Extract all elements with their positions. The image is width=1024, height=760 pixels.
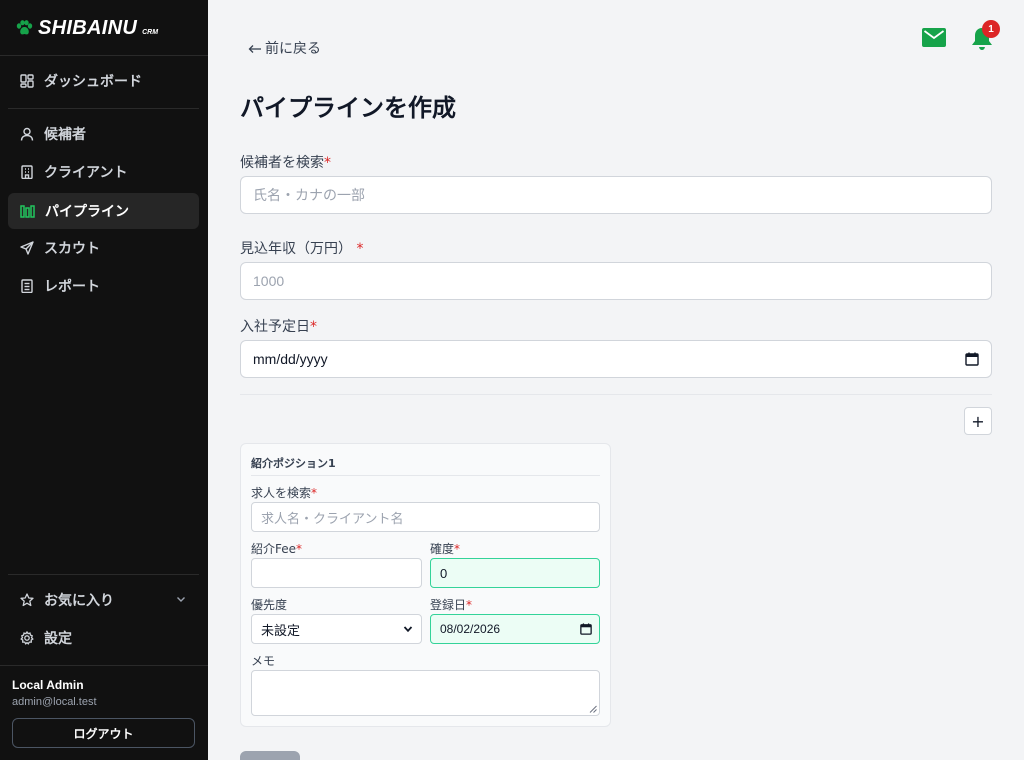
required-mark: * [324, 155, 331, 171]
arrow-left-icon [248, 45, 261, 53]
registered-date-input[interactable]: 08/02/2026 [430, 614, 600, 644]
sidebar-item-label: クライアント [44, 165, 128, 181]
memo-label: メモ [251, 652, 275, 669]
start-date-label-text: 入社予定日 [240, 319, 310, 335]
logo-sub: CRM [142, 29, 159, 36]
candidate-search-label: 候補者を検索* [240, 152, 331, 172]
salary-label: 見込年収（万円） * [240, 238, 363, 258]
sidebar-item-reports[interactable]: レポート [8, 268, 199, 304]
sidebar-item-label: 候補者 [44, 127, 86, 143]
sidebar-item-favorites[interactable]: お気に入り [8, 582, 199, 618]
resize-handle-icon[interactable] [589, 705, 597, 713]
back-link[interactable]: 前に戻る [248, 38, 321, 58]
dashboard-icon [20, 74, 34, 88]
priority-value: 未設定 [261, 622, 301, 638]
sidebar-item-label: 設定 [44, 631, 72, 647]
sidebar-item-label: パイプライン [45, 204, 129, 220]
required-mark: * [311, 486, 318, 500]
card-divider [251, 475, 600, 476]
pipeline-icon [20, 205, 35, 218]
logo[interactable]: SHIBAINU CRM [16, 16, 158, 40]
fee-label: 紹介Fee* [251, 540, 302, 557]
confidence-label: 確度* [430, 540, 460, 557]
mail-icon[interactable] [922, 28, 946, 47]
calendar-icon[interactable] [580, 623, 592, 635]
candidate-search-input[interactable]: 氏名・カナの一部 [240, 176, 992, 214]
salary-input[interactable]: 1000 [240, 262, 992, 300]
confidence-value: 0 [440, 565, 448, 581]
salary-label-text: 見込年収（万円） [240, 241, 352, 257]
job-search-placeholder: 求人名・クライアント名 [261, 510, 404, 526]
candidate-search-label-text: 候補者を検索 [240, 155, 324, 171]
add-position-button[interactable]: + [964, 407, 992, 435]
sidebar-item-settings[interactable]: 設定 [8, 620, 199, 656]
confidence-label-text: 確度 [430, 542, 455, 556]
sidebar-divider [8, 108, 199, 109]
memo-textarea[interactable] [251, 670, 600, 716]
logout-button[interactable]: ログアウト [12, 718, 195, 748]
page-title: パイプラインを作成 [240, 94, 456, 122]
priority-label-text: 優先度 [251, 598, 288, 612]
priority-label: 優先度 [251, 596, 287, 613]
logo-text: SHIBAINU [38, 16, 138, 39]
sidebar-divider [8, 574, 199, 575]
building-icon [21, 165, 33, 179]
position-card: 紹介ポジション1 求人を検索* 求人名・クライアント名 紹介Fee* 確度* 0… [240, 443, 611, 727]
submit-button[interactable] [240, 751, 300, 760]
registered-date-label-text: 登録日 [430, 598, 467, 612]
start-date-input[interactable]: mm/dd/yyyy [240, 340, 992, 378]
star-icon [20, 593, 34, 607]
required-mark: * [356, 241, 364, 257]
registered-date-label: 登録日* [430, 596, 472, 613]
sidebar-item-clients[interactable]: クライアント [8, 154, 199, 190]
sidebar-item-dashboard[interactable]: ダッシュボード [8, 63, 199, 99]
start-date-label: 入社予定日* [240, 316, 317, 336]
section-divider [240, 394, 992, 395]
position-card-title: 紹介ポジション1 [251, 457, 336, 470]
required-mark: * [310, 319, 317, 335]
required-mark: * [466, 598, 473, 612]
sidebar-item-label: レポート [44, 279, 100, 295]
sidebar-item-candidates[interactable]: 候補者 [8, 116, 199, 152]
chevron-down-icon [403, 626, 413, 633]
report-icon [21, 279, 33, 293]
salary-placeholder: 1000 [253, 273, 285, 289]
job-search-label-text: 求人を検索 [251, 486, 312, 500]
notifications[interactable]: 1 [970, 20, 1000, 52]
back-link-label: 前に戻る [265, 41, 321, 57]
job-search-input[interactable]: 求人名・クライアント名 [251, 502, 600, 532]
send-icon [20, 241, 34, 255]
gear-icon [20, 631, 34, 645]
user-icon [20, 127, 34, 141]
sidebar-item-pipeline[interactable]: パイプライン [8, 193, 199, 229]
fee-input[interactable] [251, 558, 422, 588]
memo-label-text: メモ [251, 654, 276, 668]
calendar-icon[interactable] [965, 352, 979, 366]
start-date-value: mm/dd/yyyy [253, 351, 328, 367]
paw-icon [16, 20, 33, 35]
priority-select[interactable]: 未設定 [251, 614, 422, 644]
job-search-label: 求人を検索* [251, 484, 317, 501]
fee-label-text: 紹介Fee [251, 542, 297, 556]
notification-badge: 1 [982, 20, 1000, 38]
user-email: admin@local.test [12, 696, 97, 708]
sidebar-divider [0, 665, 208, 666]
candidate-search-placeholder: 氏名・カナの一部 [253, 187, 365, 203]
sidebar-divider [0, 55, 208, 56]
chevron-down-icon[interactable] [175, 593, 187, 605]
registered-date-value: 08/02/2026 [440, 622, 501, 636]
user-name: Local Admin [12, 678, 84, 692]
sidebar-item-label: お気に入り [44, 593, 114, 609]
sidebar: SHIBAINU CRM ダッシュボード 候補者 クライアント パイプライン ス… [0, 0, 208, 760]
required-mark: * [296, 542, 303, 556]
sidebar-item-label: ダッシュボード [44, 74, 142, 90]
main-content: 前に戻る 1 パイプラインを作成 候補者を検索* 氏名・カナの一部 見込年収（万… [208, 0, 1024, 760]
required-mark: * [454, 542, 461, 556]
sidebar-item-scout[interactable]: スカウト [8, 230, 199, 266]
confidence-input[interactable]: 0 [430, 558, 600, 588]
sidebar-item-label: スカウト [44, 241, 100, 257]
